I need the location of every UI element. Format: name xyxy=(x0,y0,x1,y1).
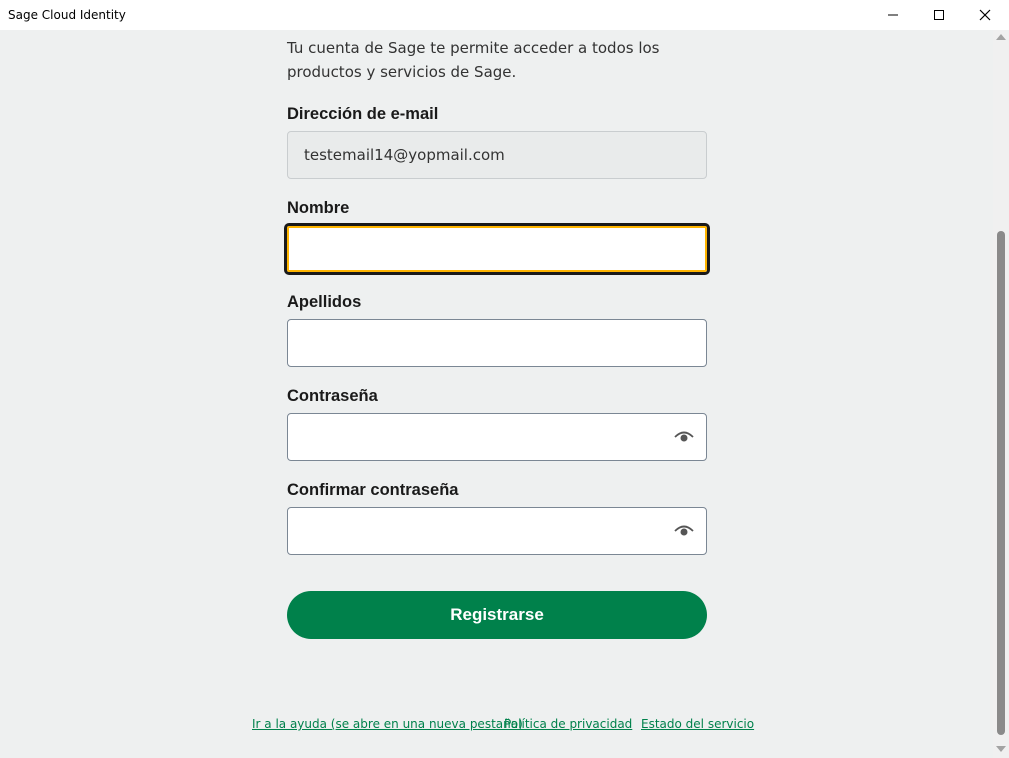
window-title: Sage Cloud Identity xyxy=(8,8,126,22)
last-name-input[interactable] xyxy=(287,319,707,367)
email-field: testemail14@yopmail.com xyxy=(287,131,707,179)
eye-icon[interactable] xyxy=(674,429,694,445)
email-label: Dirección de e-mail xyxy=(287,105,439,123)
eye-icon[interactable] xyxy=(674,523,694,539)
title-bar: Sage Cloud Identity xyxy=(0,0,1009,30)
first-name-input[interactable] xyxy=(284,223,710,275)
maximize-button[interactable] xyxy=(916,0,962,30)
scroll-down-arrow-icon[interactable] xyxy=(996,746,1006,752)
last-name-label: Apellidos xyxy=(287,293,362,311)
first-name-label: Nombre xyxy=(287,199,350,217)
register-button[interactable]: Registrarse xyxy=(287,591,707,639)
email-value: testemail14@yopmail.com xyxy=(304,146,505,164)
scrollbar-thumb[interactable] xyxy=(997,231,1005,735)
password-input[interactable] xyxy=(287,413,707,461)
privacy-policy-link[interactable]: Política de privacidad xyxy=(504,717,632,731)
service-status-link[interactable]: Estado del servicio xyxy=(641,717,754,731)
registration-page: Tu cuenta de Sage te permite acceder a t… xyxy=(0,30,993,758)
password-label: Contraseña xyxy=(287,387,378,405)
maximize-icon xyxy=(934,10,944,20)
minimize-button[interactable] xyxy=(870,0,916,30)
vertical-scrollbar[interactable] xyxy=(993,30,1009,758)
intro-text: Tu cuenta de Sage te permite acceder a t… xyxy=(287,39,660,81)
confirm-password-input[interactable] xyxy=(287,507,707,555)
scroll-up-arrow-icon[interactable] xyxy=(996,34,1006,40)
help-link[interactable]: Ir a la ayuda (se abre en una nueva pest… xyxy=(252,717,523,731)
close-button[interactable] xyxy=(962,0,1008,30)
minimize-icon xyxy=(888,14,898,16)
confirm-password-label: Confirmar contraseña xyxy=(287,481,459,499)
close-icon xyxy=(979,9,991,21)
